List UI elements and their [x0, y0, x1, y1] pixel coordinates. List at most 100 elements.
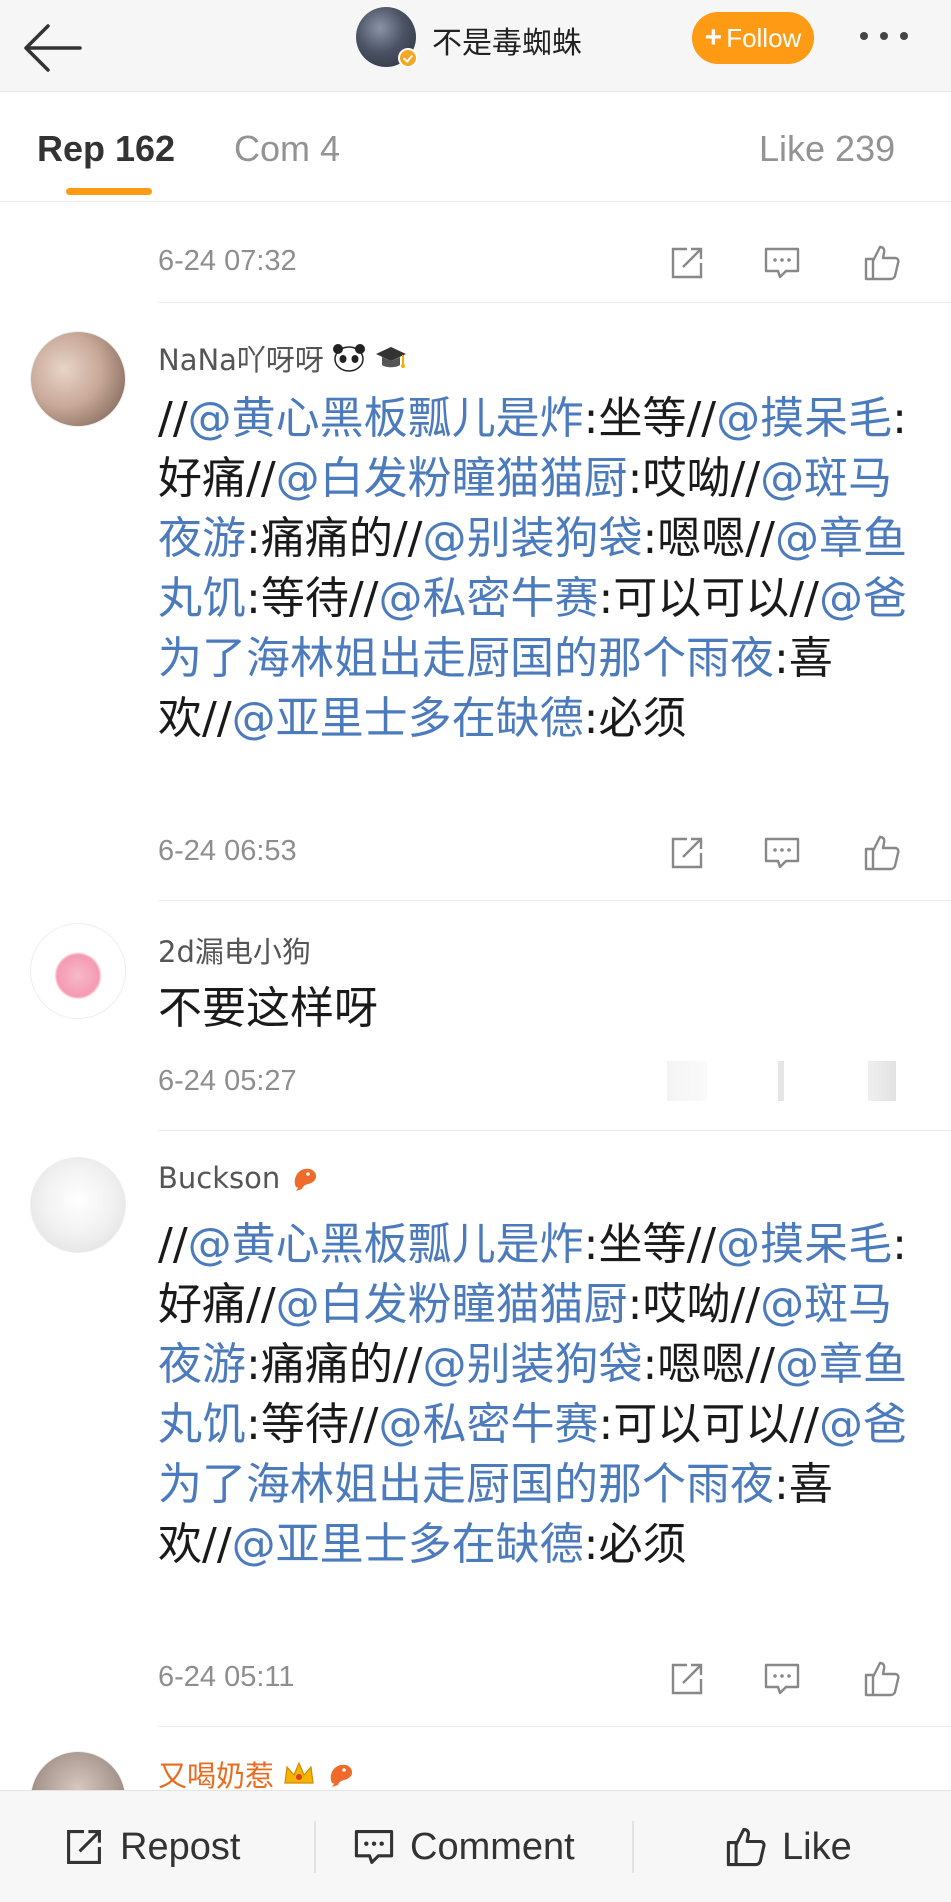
commenter-name[interactable]: NaNa吖呀呀 [158, 337, 408, 379]
tab-comments[interactable]: Com 4 [234, 128, 340, 170]
mention-link[interactable]: @别装狗袋 [422, 513, 642, 564]
comment-text: //@黄心黑板瓢儿是炸:坐等//@摸呆毛:好痛//@白发粉瞳猫猫厨:哎呦//@斑… [158, 389, 918, 749]
shrimp-emoji-icon [330, 1764, 353, 1787]
comment-time: 6-24 05:27 [158, 1065, 297, 1097]
comment-text-segment: :可以可以// [598, 1399, 819, 1450]
comment-text-segment: :必须 [583, 1519, 687, 1570]
tab-bar: Rep 162 Com 4 Like 239 [0, 92, 951, 202]
repost-button[interactable]: Repost [62, 1791, 240, 1902]
tab-reposts[interactable]: Rep 162 [37, 128, 175, 170]
like-icon-placeholder [868, 1061, 896, 1101]
commenter-name[interactable]: 又喝奶惹 [158, 1753, 358, 1790]
comment-text-cutoff [158, 203, 918, 211]
list-item: 2d漏电小狗 不要这样呀 6-24 05:27 [0, 901, 951, 1131]
more-options-icon[interactable] [860, 26, 926, 46]
divider [632, 1821, 634, 1873]
commenter-name-text: 2d漏电小狗 [158, 935, 311, 969]
comment-actions [664, 833, 924, 873]
comment-icon[interactable] [762, 833, 802, 873]
comment-text-segment: 不要这样呀 [158, 983, 378, 1034]
panda-emoji-icon [332, 344, 365, 372]
comment-text: //@黄心黑板瓢儿是炸:坐等//@摸呆毛:好痛//@白发粉瞳猫猫厨:哎呦//@斑… [158, 1215, 918, 1575]
repost-icon[interactable] [667, 1659, 707, 1699]
like-icon[interactable] [862, 833, 902, 873]
comment-text-segment: // [158, 393, 188, 444]
repost-label: Repost [120, 1825, 241, 1868]
mention-link[interactable]: @别装狗袋 [422, 1339, 642, 1390]
list-item: NaNa吖呀呀 //@黄心黑板瓢儿是炸:坐等//@摸呆毛:好痛//@白发粉瞳猫猫… [0, 303, 951, 901]
comment-text-segment: :哎呦// [627, 1279, 761, 1330]
divider [314, 1821, 316, 1873]
repost-list[interactable]: 6-24 07:32 NaNa吖呀呀 //@黄心黑板瓢儿是炸:坐等//@摸呆毛:… [0, 203, 951, 1790]
like-icon[interactable] [862, 243, 902, 283]
comment-label: Comment [410, 1825, 575, 1868]
comment-time: 6-24 05:11 [158, 1661, 295, 1693]
like-button[interactable]: Like [724, 1791, 852, 1902]
comment-text-segment: :等待// [246, 573, 379, 624]
plus-icon: + [704, 21, 723, 54]
comment-text-segment: :可以可以// [598, 573, 819, 624]
comment-text-segment: :坐等// [583, 1219, 717, 1270]
comment-text-segment: :哎呦// [627, 453, 761, 504]
like-label: Like [782, 1825, 852, 1868]
comment-text-segment: :必须 [583, 693, 687, 744]
repost-icon[interactable] [667, 243, 707, 283]
repost-icon[interactable] [667, 833, 707, 873]
comment-actions-loading [664, 1061, 924, 1101]
repost-icon [67, 1830, 101, 1864]
comment-text-segment: :等待// [246, 1399, 379, 1450]
top-bar: 不是毒蜘蛛 + Follow [0, 0, 951, 92]
comment-icon [354, 1830, 394, 1864]
mention-link[interactable]: @摸呆毛 [716, 1219, 892, 1270]
back-arrow-icon[interactable] [22, 14, 86, 78]
comment-actions [664, 1659, 924, 1699]
comment-text-segment: :痛痛的// [246, 513, 423, 564]
mention-link[interactable]: @私密牛赛 [378, 573, 598, 624]
mention-link[interactable]: @亚里士多在缺德 [232, 1519, 584, 1570]
avatar[interactable] [30, 1157, 126, 1253]
avatar[interactable] [30, 923, 126, 1019]
comment-actions [664, 243, 924, 283]
comment-text: 不要这样呀 [158, 979, 918, 1039]
follow-button[interactable]: + Follow [692, 12, 814, 64]
repost-icon-placeholder [667, 1061, 707, 1101]
like-icon[interactable] [862, 1659, 902, 1699]
comment-time: 6-24 07:32 [158, 245, 297, 277]
comment-text-segment: :嗯嗯// [642, 1339, 775, 1390]
list-item: Buckson //@黄心黑板瓢儿是炸:坐等//@摸呆毛:好痛//@白发粉瞳猫猫… [0, 1131, 951, 1727]
mention-link[interactable]: @黄心黑板瓢儿是炸 [188, 1219, 584, 1270]
bottom-action-bar: Repost Comment Like [0, 1790, 951, 1902]
like-icon [726, 1827, 766, 1867]
commenter-name-text: 又喝奶惹 [158, 1759, 275, 1790]
crown-emoji-icon [284, 1761, 314, 1784]
comment-text-segment: :嗯嗯// [642, 513, 775, 564]
commenter-name-text: NaNa吖呀呀 [158, 343, 324, 377]
comment-icon[interactable] [762, 1659, 802, 1699]
comment-text-segment: :坐等// [583, 393, 717, 444]
verified-badge-icon [398, 48, 418, 68]
follow-label: Follow [726, 22, 802, 53]
mention-link[interactable]: @摸呆毛 [716, 393, 892, 444]
comment-text-segment: // [158, 1219, 188, 1270]
shrimp-emoji-icon [295, 1168, 317, 1191]
active-tab-indicator [66, 188, 152, 195]
mention-link[interactable]: @白发粉瞳猫猫厨 [276, 453, 628, 504]
avatar[interactable] [30, 331, 126, 427]
commenter-name-text: Buckson [158, 1161, 281, 1195]
mention-link[interactable]: @白发粉瞳猫猫厨 [276, 1279, 628, 1330]
comment-button[interactable]: Comment [352, 1791, 575, 1902]
comment-icon-placeholder [778, 1061, 784, 1101]
commenter-name[interactable]: Buckson [158, 1161, 322, 1195]
tab-likes[interactable]: Like 239 [759, 128, 895, 170]
avatar[interactable] [30, 1751, 126, 1790]
commenter-name[interactable]: 2d漏电小狗 [158, 929, 311, 971]
mention-link[interactable]: @亚里士多在缺德 [232, 693, 584, 744]
comment-icon[interactable] [762, 243, 802, 283]
list-item: 6-24 07:32 [0, 203, 951, 303]
author-name[interactable]: 不是毒蜘蛛 [432, 18, 582, 62]
list-item: 又喝奶惹 [0, 1727, 951, 1790]
comment-text-segment: :痛痛的// [246, 1339, 423, 1390]
mention-link[interactable]: @私密牛赛 [378, 1399, 598, 1450]
comment-time: 6-24 06:53 [158, 835, 297, 867]
mention-link[interactable]: @黄心黑板瓢儿是炸 [188, 393, 584, 444]
